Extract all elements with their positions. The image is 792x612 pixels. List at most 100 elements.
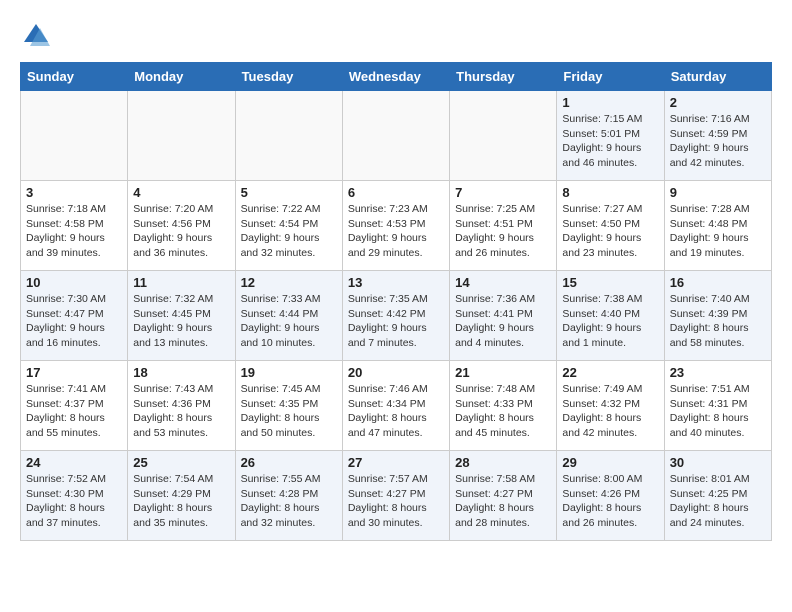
calendar-cell: 27 Sunrise: 7:57 AM Sunset: 4:27 PM Dayli… [342, 451, 449, 541]
day-number: 28 [455, 455, 551, 470]
day-info: Sunrise: 7:49 AM Sunset: 4:32 PM Dayligh… [562, 382, 658, 441]
calendar-cell: 26 Sunrise: 7:55 AM Sunset: 4:28 PM Dayli… [235, 451, 342, 541]
day-info: Sunrise: 7:16 AM Sunset: 4:59 PM Dayligh… [670, 112, 766, 171]
weekday-header-wednesday: Wednesday [342, 63, 449, 91]
calendar-cell: 20 Sunrise: 7:46 AM Sunset: 4:34 PM Dayli… [342, 361, 449, 451]
weekday-header-friday: Friday [557, 63, 664, 91]
calendar-cell: 3Sunrise: 7:18 AM Sunset: 4:58 PM Daylig… [21, 181, 128, 271]
page: SundayMondayTuesdayWednesdayThursdayFrid… [0, 0, 792, 551]
day-number: 1 [562, 95, 658, 110]
day-number: 30 [670, 455, 766, 470]
day-number: 26 [241, 455, 337, 470]
calendar-cell: 18 Sunrise: 7:43 AM Sunset: 4:36 PM Dayli… [128, 361, 235, 451]
header [20, 20, 772, 52]
calendar-week-5: 24 Sunrise: 7:52 AM Sunset: 4:30 PM Dayli… [21, 451, 772, 541]
day-number: 21 [455, 365, 551, 380]
day-info: Sunrise: 7:28 AM Sunset: 4:48 PM Dayligh… [670, 202, 766, 261]
calendar-cell: 7Sunrise: 7:25 AM Sunset: 4:51 PM Daylig… [450, 181, 557, 271]
day-number: 20 [348, 365, 444, 380]
day-number: 5 [241, 185, 337, 200]
day-number: 29 [562, 455, 658, 470]
calendar-cell: 10 Sunrise: 7:30 AM Sunset: 4:47 PM Dayli… [21, 271, 128, 361]
calendar-cell: 17Sunrise: 7:41 AM Sunset: 4:37 PM Dayli… [21, 361, 128, 451]
calendar-cell: 23Sunrise: 7:51 AM Sunset: 4:31 PM Dayli… [664, 361, 771, 451]
day-info: Sunrise: 7:27 AM Sunset: 4:50 PM Dayligh… [562, 202, 658, 261]
day-info: Sunrise: 7:51 AM Sunset: 4:31 PM Dayligh… [670, 382, 766, 441]
day-number: 22 [562, 365, 658, 380]
day-info: Sunrise: 7:46 AM Sunset: 4:34 PM Dayligh… [348, 382, 444, 441]
day-info: Sunrise: 7:25 AM Sunset: 4:51 PM Dayligh… [455, 202, 551, 261]
weekday-header-monday: Monday [128, 63, 235, 91]
day-number: 8 [562, 185, 658, 200]
day-info: Sunrise: 7:35 AM Sunset: 4:42 PM Dayligh… [348, 292, 444, 351]
calendar-cell: 14 Sunrise: 7:36 AM Sunset: 4:41 PM Dayli… [450, 271, 557, 361]
day-info: Sunrise: 7:30 AM Sunset: 4:47 PM Dayligh… [26, 292, 122, 351]
calendar-week-2: 3Sunrise: 7:18 AM Sunset: 4:58 PM Daylig… [21, 181, 772, 271]
day-info: Sunrise: 7:20 AM Sunset: 4:56 PM Dayligh… [133, 202, 229, 261]
calendar-cell: 4 Sunrise: 7:20 AM Sunset: 4:56 PM Daylig… [128, 181, 235, 271]
day-number: 17 [26, 365, 122, 380]
day-info: Sunrise: 7:57 AM Sunset: 4:27 PM Dayligh… [348, 472, 444, 531]
day-number: 14 [455, 275, 551, 290]
calendar: SundayMondayTuesdayWednesdayThursdayFrid… [20, 62, 772, 541]
calendar-cell: 24 Sunrise: 7:52 AM Sunset: 4:30 PM Dayli… [21, 451, 128, 541]
calendar-cell [128, 91, 235, 181]
calendar-cell [450, 91, 557, 181]
day-number: 25 [133, 455, 229, 470]
calendar-cell [21, 91, 128, 181]
logo [20, 20, 56, 52]
calendar-cell: 2 Sunrise: 7:16 AM Sunset: 4:59 PM Daylig… [664, 91, 771, 181]
day-info: Sunrise: 7:33 AM Sunset: 4:44 PM Dayligh… [241, 292, 337, 351]
calendar-cell: 16Sunrise: 7:40 AM Sunset: 4:39 PM Dayli… [664, 271, 771, 361]
day-number: 9 [670, 185, 766, 200]
day-info: Sunrise: 7:55 AM Sunset: 4:28 PM Dayligh… [241, 472, 337, 531]
day-info: Sunrise: 7:32 AM Sunset: 4:45 PM Dayligh… [133, 292, 229, 351]
day-info: Sunrise: 7:15 AM Sunset: 5:01 PM Dayligh… [562, 112, 658, 171]
calendar-cell [342, 91, 449, 181]
day-info: Sunrise: 7:52 AM Sunset: 4:30 PM Dayligh… [26, 472, 122, 531]
day-number: 13 [348, 275, 444, 290]
calendar-cell [235, 91, 342, 181]
weekday-header-tuesday: Tuesday [235, 63, 342, 91]
calendar-cell: 21 Sunrise: 7:48 AM Sunset: 4:33 PM Dayli… [450, 361, 557, 451]
day-number: 24 [26, 455, 122, 470]
calendar-header-row: SundayMondayTuesdayWednesdayThursdayFrid… [21, 63, 772, 91]
day-info: Sunrise: 7:58 AM Sunset: 4:27 PM Dayligh… [455, 472, 551, 531]
calendar-cell: 6Sunrise: 7:23 AM Sunset: 4:53 PM Daylig… [342, 181, 449, 271]
day-number: 27 [348, 455, 444, 470]
calendar-cell: 8 Sunrise: 7:27 AM Sunset: 4:50 PM Daylig… [557, 181, 664, 271]
weekday-header-saturday: Saturday [664, 63, 771, 91]
day-info: Sunrise: 7:23 AM Sunset: 4:53 PM Dayligh… [348, 202, 444, 261]
day-info: Sunrise: 7:48 AM Sunset: 4:33 PM Dayligh… [455, 382, 551, 441]
day-number: 18 [133, 365, 229, 380]
calendar-cell: 1 Sunrise: 7:15 AM Sunset: 5:01 PM Daylig… [557, 91, 664, 181]
day-number: 3 [26, 185, 122, 200]
day-info: Sunrise: 7:54 AM Sunset: 4:29 PM Dayligh… [133, 472, 229, 531]
day-info: Sunrise: 7:40 AM Sunset: 4:39 PM Dayligh… [670, 292, 766, 351]
day-number: 10 [26, 275, 122, 290]
calendar-cell: 13 Sunrise: 7:35 AM Sunset: 4:42 PM Dayli… [342, 271, 449, 361]
calendar-cell: 19Sunrise: 7:45 AM Sunset: 4:35 PM Dayli… [235, 361, 342, 451]
calendar-cell: 22 Sunrise: 7:49 AM Sunset: 4:32 PM Dayli… [557, 361, 664, 451]
day-info: Sunrise: 7:36 AM Sunset: 4:41 PM Dayligh… [455, 292, 551, 351]
calendar-week-3: 10 Sunrise: 7:30 AM Sunset: 4:47 PM Dayli… [21, 271, 772, 361]
weekday-header-sunday: Sunday [21, 63, 128, 91]
day-number: 2 [670, 95, 766, 110]
calendar-cell: 15Sunrise: 7:38 AM Sunset: 4:40 PM Dayli… [557, 271, 664, 361]
calendar-cell: 25 Sunrise: 7:54 AM Sunset: 4:29 PM Dayli… [128, 451, 235, 541]
calendar-cell: 9 Sunrise: 7:28 AM Sunset: 4:48 PM Daylig… [664, 181, 771, 271]
calendar-cell: 29Sunrise: 8:00 AM Sunset: 4:26 PM Dayli… [557, 451, 664, 541]
day-number: 15 [562, 275, 658, 290]
day-number: 12 [241, 275, 337, 290]
calendar-week-1: 1 Sunrise: 7:15 AM Sunset: 5:01 PM Daylig… [21, 91, 772, 181]
calendar-cell: 30 Sunrise: 8:01 AM Sunset: 4:25 PM Dayli… [664, 451, 771, 541]
day-info: Sunrise: 7:45 AM Sunset: 4:35 PM Dayligh… [241, 382, 337, 441]
calendar-cell: 5Sunrise: 7:22 AM Sunset: 4:54 PM Daylig… [235, 181, 342, 271]
calendar-cell: 28 Sunrise: 7:58 AM Sunset: 4:27 PM Dayli… [450, 451, 557, 541]
day-info: Sunrise: 7:43 AM Sunset: 4:36 PM Dayligh… [133, 382, 229, 441]
logo-icon [20, 20, 52, 52]
weekday-header-thursday: Thursday [450, 63, 557, 91]
day-info: Sunrise: 8:01 AM Sunset: 4:25 PM Dayligh… [670, 472, 766, 531]
day-number: 11 [133, 275, 229, 290]
day-number: 4 [133, 185, 229, 200]
